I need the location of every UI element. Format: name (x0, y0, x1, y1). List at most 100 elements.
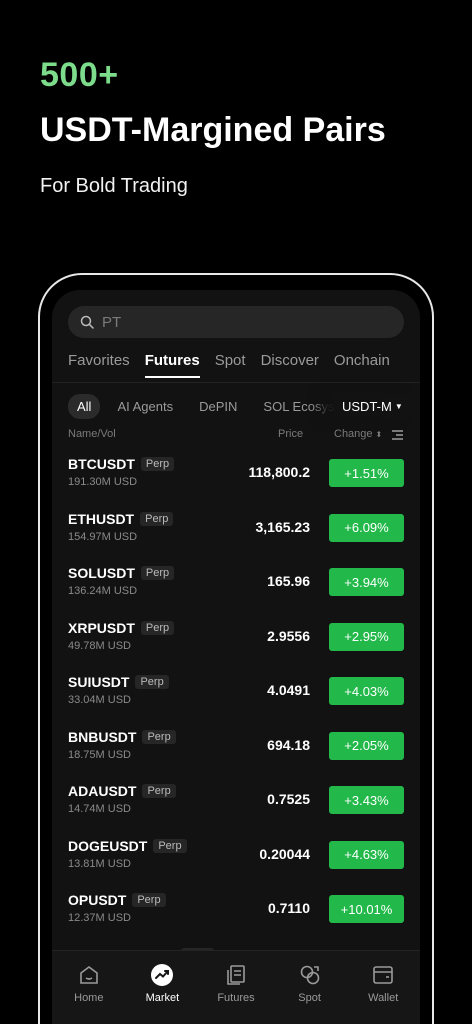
pair-symbol-text: SUIUSDT (68, 674, 130, 690)
column-change[interactable]: Change ⬍ (334, 428, 382, 440)
pair-change-badge[interactable]: +4.03% (329, 677, 404, 705)
pair-row[interactable]: OPUSDT Perp 12.37M USD 0.7110 +10.01% (52, 886, 420, 941)
perp-badge: Perp (153, 838, 187, 853)
pair-volume: 12.37M USD (68, 912, 131, 924)
pair-price: 0.20044 (259, 845, 310, 862)
tabs-divider (52, 382, 420, 383)
pair-change-badge[interactable]: +2.95% (329, 622, 404, 651)
nav-market[interactable]: Market (126, 951, 200, 1024)
hero: 500+ USDT-Margined Pairs For Bold Tradin… (40, 56, 386, 198)
perp-badge: Perp (140, 457, 175, 471)
pair-symbol: DOGEUSDT Perp (68, 838, 187, 854)
pair-symbol: BNBUSDT Perp (68, 729, 176, 745)
pair-symbol: ETHUSDT Perp (68, 510, 174, 527)
tab-onchain[interactable]: Onchain (334, 352, 390, 378)
caret-down-icon: ▼ (394, 401, 403, 411)
nav-home[interactable]: Home (52, 951, 126, 1024)
pair-symbol-text: XRPUSDT (68, 619, 135, 636)
search-bar[interactable] (68, 306, 404, 338)
market-tabs: Favorites Futures Spot Discover Onchain (68, 352, 405, 378)
pair-row[interactable]: BNBUSDT Perp 18.75M USD 694.18 +2.05% (52, 723, 420, 778)
pair-symbol-text: OPUSDT (68, 892, 127, 908)
pair-symbol-text: ETHUSDT (68, 510, 135, 527)
pair-row[interactable]: ADAUSDT Perp 14.74M USD 0.7525 +3.43% (52, 777, 420, 832)
column-change-label: Change (334, 428, 373, 440)
pair-volume: 154.97M USD (68, 530, 138, 543)
pair-list: BTCUSDT Perp 191.30M USD 118,800.2 +1.51% ETH… (52, 450, 420, 995)
pair-price: 0.7110 (267, 900, 310, 916)
pair-price: 165.96 (267, 573, 310, 589)
wallet-icon (373, 966, 393, 984)
pair-price: 694.18 (267, 736, 310, 753)
nav-futures[interactable]: Futures (199, 951, 273, 1024)
pair-symbol-text: DOGEUSDT (68, 837, 148, 854)
pair-symbol: SUIUSDT Perp (68, 674, 169, 690)
pair-change-badge[interactable]: +2.05% (329, 731, 404, 760)
pair-symbol: OPUSDT Perp (68, 892, 166, 908)
pair-price: 2.9556 (267, 627, 310, 644)
pair-symbol-text: BTCUSDT (68, 456, 135, 472)
pair-change-badge[interactable]: +10.01% (329, 895, 404, 923)
nav-futures-label: Futures (217, 992, 255, 1004)
pair-row[interactable]: SUIUSDT Perp 33.04M USD 4.0491 +4.03% (52, 668, 420, 723)
pair-volume: 33.04M USD (68, 694, 131, 706)
pair-change-badge[interactable]: +6.09% (329, 513, 404, 542)
hero-title: USDT-Margined Pairs (40, 111, 386, 149)
nav-wallet-label: Wallet (368, 992, 399, 1004)
pair-change-badge[interactable]: +4.63% (329, 840, 404, 869)
pair-row[interactable]: SOLUSDT Perp 136.24M USD 165.96 +3.94% (52, 559, 420, 614)
tab-spot[interactable]: Spot (215, 352, 246, 378)
column-settings-icon[interactable] (392, 430, 403, 442)
hero-accent: 500+ (40, 56, 119, 94)
bottom-nav: Home Market Futures Spot Wallet (52, 950, 420, 1024)
pair-volume: 191.30M USD (68, 476, 138, 488)
pair-symbol-text: BNBUSDT (68, 728, 137, 745)
home-icon (79, 966, 98, 984)
column-name-vol[interactable]: Name/Vol (68, 428, 116, 440)
tab-discover[interactable]: Discover (261, 352, 319, 378)
futures-icon (227, 965, 245, 985)
usdt-m-dropdown[interactable]: USDT-M ▼ (334, 394, 413, 418)
pair-volume: 13.81M USD (68, 857, 131, 870)
perp-badge: Perp (132, 893, 166, 907)
perp-badge: Perp (140, 566, 175, 580)
pair-row[interactable]: DOGEUSDT Perp 13.81M USD 0.20044 +4.63% (52, 832, 420, 887)
pair-change-badge[interactable]: +3.94% (329, 568, 404, 596)
filter-all[interactable]: All (68, 394, 101, 419)
pair-symbol-text: ADAUSDT (68, 783, 137, 799)
perp-badge: Perp (140, 620, 175, 635)
pair-change-badge[interactable]: +3.43% (329, 786, 404, 814)
pair-symbol-text: SOLUSDT (68, 565, 135, 581)
filter-ai-agents[interactable]: AI Agents (108, 394, 182, 419)
pair-symbol: SOLUSDT Perp (68, 565, 175, 581)
pair-price: 3,165.23 (255, 518, 311, 535)
filter-depin[interactable]: DePIN (190, 394, 246, 419)
market-icon (151, 964, 174, 986)
pair-volume: 136.24M USD (68, 585, 138, 597)
perp-badge: Perp (135, 675, 169, 689)
pair-symbol: ADAUSDT Perp (68, 783, 176, 799)
pair-price: 0.7525 (267, 791, 310, 807)
pair-volume: 14.74M USD (68, 803, 131, 815)
nav-spot[interactable]: Spot (273, 951, 347, 1024)
pair-symbol: XRPUSDT Perp (68, 619, 175, 636)
hero-subtitle: For Bold Trading (40, 175, 188, 197)
pair-row[interactable]: XRPUSDT Perp 49.78M USD 2.9556 +2.95% (52, 614, 420, 669)
nav-wallet[interactable]: Wallet (346, 951, 420, 1024)
pair-row[interactable]: ETHUSDT Perp 154.97M USD 3,165.23 +6.09% (52, 505, 420, 560)
usdt-m-label: USDT-M (342, 398, 392, 414)
pair-price: 118,800.2 (248, 464, 310, 480)
perp-badge: Perp (140, 511, 174, 526)
column-price[interactable]: Price (278, 428, 303, 440)
pair-row[interactable]: BTCUSDT Perp 191.30M USD 118,800.2 +1.51% (52, 450, 420, 505)
app-screen: Favorites Futures Spot Discover Onchain … (52, 290, 420, 1024)
tab-favorites[interactable]: Favorites (68, 352, 130, 378)
tab-futures[interactable]: Futures (144, 352, 200, 378)
pair-change-badge[interactable]: +1.51% (329, 459, 404, 487)
search-input[interactable] (102, 313, 382, 331)
search-icon (80, 315, 94, 329)
nav-market-label: Market (145, 992, 180, 1004)
pair-volume: 18.75M USD (68, 748, 131, 761)
pair-volume: 49.78M USD (68, 639, 131, 652)
pair-symbol: BTCUSDT Perp (68, 456, 175, 472)
